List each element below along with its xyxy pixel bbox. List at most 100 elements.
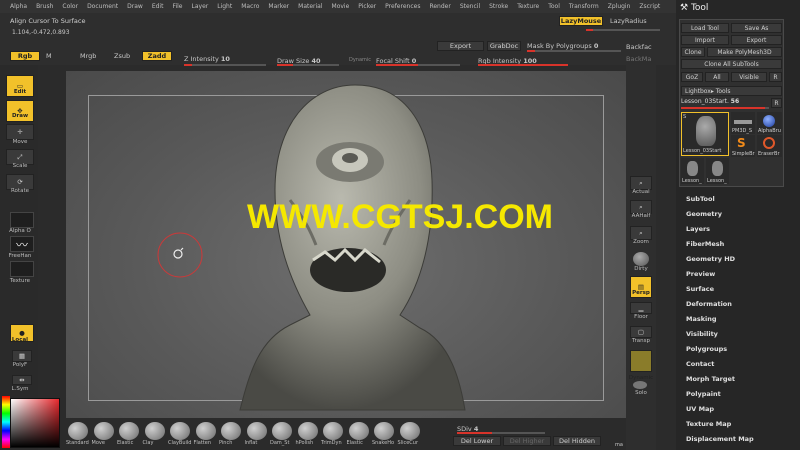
focal-shift-slider[interactable] (376, 64, 460, 66)
del-lower-button[interactable]: Del Lower (453, 436, 501, 446)
menu-document[interactable]: Document (87, 3, 118, 10)
menu-texture[interactable]: Texture (517, 3, 539, 10)
brush-inflat-icon[interactable] (246, 422, 267, 440)
menu-preview[interactable]: Preview (686, 270, 715, 278)
menu-brush[interactable]: Brush (36, 3, 53, 10)
clone-button[interactable]: Clone (681, 47, 705, 57)
zadd-button[interactable]: Zadd (142, 51, 172, 61)
brush-snakeho-icon[interactable] (374, 422, 394, 440)
del-higher-button[interactable]: Del Higher (503, 436, 551, 446)
menu-zplugin[interactable]: Zplugin (608, 3, 631, 10)
align-cursor-button[interactable]: Align Cursor To Surface (10, 16, 105, 26)
current-tool-r-button[interactable]: R (771, 98, 782, 108)
transp-button[interactable]: ▢ (630, 326, 652, 338)
brush-slicecur-icon[interactable] (399, 422, 420, 440)
menu-light[interactable]: Light (217, 3, 232, 10)
zoom-button[interactable]: ⌕ (630, 226, 652, 240)
tool-thumb-lesson03[interactable]: S Lesson_03Start (681, 112, 729, 156)
rgb-button[interactable]: Rgb (10, 51, 40, 61)
menu-surface[interactable]: Surface (686, 285, 714, 293)
brush-elastic-icon[interactable] (348, 422, 369, 440)
dynamic-label[interactable]: Dynamic (349, 57, 371, 63)
menu-marker[interactable]: Marker (268, 3, 289, 10)
solo-icon[interactable] (633, 381, 647, 389)
backmask-label[interactable]: BackMa (626, 55, 651, 63)
rgb-intensity-slider[interactable] (478, 64, 568, 66)
brush-dam_st-icon[interactable] (272, 422, 292, 440)
draw-size-slider[interactable] (277, 64, 339, 66)
menu-subtool[interactable]: SubTool (686, 195, 715, 203)
menu-zscript[interactable]: Zscript (639, 3, 660, 10)
menu-stencil[interactable]: Stencil (460, 3, 480, 10)
z-intensity-slider[interactable] (184, 64, 266, 66)
tool-thumb-lesson-a[interactable]: Lesson_ (681, 158, 704, 184)
brush-move-icon[interactable] (93, 422, 114, 440)
menu-polypaint[interactable]: Polypaint (686, 390, 721, 398)
tool-thumb-lesson-b[interactable]: Lesson_ (706, 158, 729, 184)
lightbox-tools-button[interactable]: Lightbox▸ Tools (681, 86, 782, 96)
brush-hpolish-icon[interactable] (297, 422, 318, 440)
brush-pinch-icon[interactable] (221, 422, 241, 440)
menu-macro[interactable]: Macro (241, 3, 259, 10)
menu-layer[interactable]: Layer (192, 3, 209, 10)
export-tool-button[interactable]: Export (731, 35, 782, 45)
goz-visible-button[interactable]: Visible (731, 72, 767, 82)
floor-button[interactable]: ▁ (630, 302, 652, 314)
menu-movie[interactable]: Movie (332, 3, 350, 10)
menu-edit[interactable]: Edit (152, 3, 164, 10)
m-button[interactable]: M (46, 52, 52, 60)
freehand-stroke-icon[interactable]: 〰 (10, 236, 34, 252)
clone-all-subtools-button[interactable]: Clone All SubTools (681, 59, 782, 69)
brush-elastic-icon[interactable] (119, 422, 139, 440)
menu-fibermesh[interactable]: FiberMesh (686, 240, 724, 248)
sdiv-slider[interactable] (457, 432, 545, 434)
aahalf-button[interactable]: ⌕ (630, 200, 652, 214)
load-tool-button[interactable]: Load Tool (681, 23, 729, 33)
hue-strip[interactable] (2, 396, 10, 448)
make-polymesh-button[interactable]: Make PolyMesh3D (707, 47, 782, 57)
menu-draw[interactable]: Draw (127, 3, 143, 10)
goz-r-button[interactable]: R (769, 72, 782, 82)
menu-picker[interactable]: Picker (358, 3, 376, 10)
tool-thumb-pm3d[interactable]: PM3D_S (731, 112, 755, 134)
menu-polygroups[interactable]: Polygroups (686, 345, 727, 353)
zsub-button[interactable]: Zsub (114, 52, 130, 60)
mask-polygroups-label[interactable]: Mask By Polygroups 0 (527, 42, 598, 50)
alpha-slot[interactable] (10, 212, 34, 228)
move-button[interactable]: ✛ (6, 124, 34, 140)
import-button[interactable]: Import (681, 35, 729, 45)
backface-label[interactable]: Backfac (626, 43, 652, 51)
sculpt-model[interactable] (220, 80, 470, 420)
dynamic-solo-button[interactable] (630, 350, 652, 372)
export-button[interactable]: Export (437, 41, 484, 51)
lazymouse-button[interactable]: LazyMouse (559, 16, 603, 26)
z-intensity-label[interactable]: Z Intensity 10 (184, 55, 230, 63)
menu-geometry[interactable]: Geometry (686, 210, 722, 218)
menu-alpha[interactable]: Alpha (10, 3, 27, 10)
menu-contact[interactable]: Contact (686, 360, 714, 368)
grabdoc-button[interactable]: GrabDoc (487, 41, 521, 51)
menu-layers[interactable]: Layers (686, 225, 710, 233)
del-hidden-button[interactable]: Del Hidden (553, 436, 601, 446)
goz-all-button[interactable]: All (705, 72, 729, 82)
dirty-sphere-icon[interactable] (633, 252, 649, 266)
tool-thumb-eraserbrush[interactable]: EraserBr (757, 135, 782, 157)
mask-polygroups-slider[interactable] (527, 50, 621, 52)
brush-standard-icon[interactable] (68, 422, 88, 440)
menu-texture-map[interactable]: Texture Map (686, 420, 731, 428)
material-label[interactable]: ma (615, 442, 623, 448)
menu-uv-map[interactable]: UV Map (686, 405, 714, 413)
lsym-button[interactable]: ⇹ (12, 375, 32, 385)
menu-geometry-hd[interactable]: Geometry HD (686, 255, 735, 263)
menu-masking[interactable]: Masking (686, 315, 717, 323)
lazyradius-label[interactable]: LazyRadius (610, 17, 647, 25)
color-picker[interactable] (10, 398, 60, 448)
brush-claybuild-icon[interactable] (170, 422, 190, 440)
texture-slot[interactable] (10, 261, 34, 277)
menu-morph-target[interactable]: Morph Target (686, 375, 735, 383)
menu-preferences[interactable]: Preferences (385, 3, 420, 10)
menu-deformation[interactable]: Deformation (686, 300, 732, 308)
polyf-button[interactable]: ▦ (12, 350, 32, 362)
goz-button[interactable]: GoZ (681, 72, 703, 82)
tool-thumb-alphabrush[interactable]: AlphaBru (757, 112, 782, 134)
